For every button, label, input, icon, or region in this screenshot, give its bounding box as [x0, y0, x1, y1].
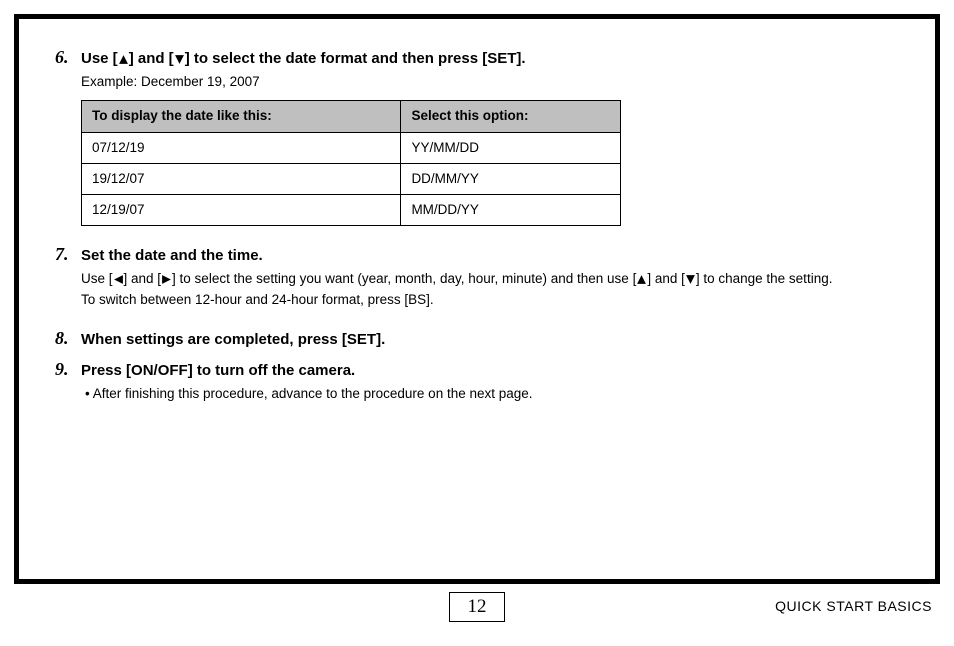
- text: ] to select the setting you want (year, …: [172, 271, 636, 286]
- text: Use [: [81, 271, 113, 286]
- right-triangle-icon: [161, 274, 172, 285]
- step-7-body: Use [ ] and [ ] to select the setting you …: [81, 269, 899, 310]
- step-9-bullet: After finishing this procedure, advance …: [95, 384, 899, 404]
- step-6-head: 6. Use [ ] and [ ] to select the date form…: [55, 47, 899, 68]
- step-8: 8. When settings are completed, press [S…: [55, 328, 899, 349]
- table-cell: MM/DD/YY: [401, 195, 621, 226]
- step-number: 8.: [55, 328, 81, 349]
- down-triangle-icon: [174, 54, 185, 65]
- table-header: Select this option:: [401, 101, 621, 132]
- table-header-row: To display the date like this: Select th…: [82, 101, 621, 132]
- example-text: Example: December 19, 2007: [81, 72, 899, 92]
- text: ] to change the setting.: [696, 271, 833, 286]
- table-row: 07/12/19 YY/MM/DD: [82, 132, 621, 163]
- left-triangle-icon: [113, 274, 124, 285]
- step-9-title: Press [ON/OFF] to turn off the camera.: [81, 362, 355, 379]
- table-cell: 07/12/19: [82, 132, 401, 163]
- step-7-line2: To switch between 12-hour and 24-hour fo…: [81, 290, 899, 310]
- step-6: 6. Use [ ] and [ ] to select the date form…: [55, 47, 899, 226]
- page-footer: 12 QUICK START BASICS: [14, 592, 940, 628]
- step-6-body: Example: December 19, 2007 To display th…: [81, 72, 899, 226]
- step-9-head: 9. Press [ON/OFF] to turn off the camera…: [55, 359, 899, 380]
- step-number: 7.: [55, 244, 81, 265]
- section-label: QUICK START BASICS: [775, 598, 932, 614]
- text: ] and [: [124, 271, 162, 286]
- step-6-title: Use [ ] and [ ] to select the date format …: [81, 50, 526, 67]
- step-8-head: 8. When settings are completed, press [S…: [55, 328, 899, 349]
- table-row: 19/12/07 DD/MM/YY: [82, 163, 621, 194]
- page-number: 12: [449, 592, 505, 622]
- step-number: 9.: [55, 359, 81, 380]
- step-number: 6.: [55, 47, 81, 68]
- step-9: 9. Press [ON/OFF] to turn off the camera…: [55, 359, 899, 404]
- text: ] and [: [129, 50, 174, 67]
- text: ] and [: [647, 271, 685, 286]
- table-header: To display the date like this:: [82, 101, 401, 132]
- step-9-body: After finishing this procedure, advance …: [81, 384, 899, 404]
- table-cell: 12/19/07: [82, 195, 401, 226]
- table-cell: 19/12/07: [82, 163, 401, 194]
- table-cell: DD/MM/YY: [401, 163, 621, 194]
- step-8-title: When settings are completed, press [SET]…: [81, 331, 385, 348]
- step-7-head: 7. Set the date and the time.: [55, 244, 899, 265]
- step-7-line1: Use [ ] and [ ] to select the setting you …: [81, 269, 899, 289]
- step-7: 7. Set the date and the time. Use [ ] and…: [55, 244, 899, 310]
- text: Use [: [81, 50, 118, 67]
- date-format-table: To display the date like this: Select th…: [81, 100, 621, 226]
- text: ] to select the date format and then pre…: [185, 50, 526, 67]
- down-triangle-icon: [685, 274, 696, 285]
- up-triangle-icon: [636, 274, 647, 285]
- up-triangle-icon: [118, 54, 129, 65]
- page-frame: 6. Use [ ] and [ ] to select the date form…: [14, 14, 940, 584]
- table-cell: YY/MM/DD: [401, 132, 621, 163]
- step-7-title: Set the date and the time.: [81, 247, 263, 264]
- table-row: 12/19/07 MM/DD/YY: [82, 195, 621, 226]
